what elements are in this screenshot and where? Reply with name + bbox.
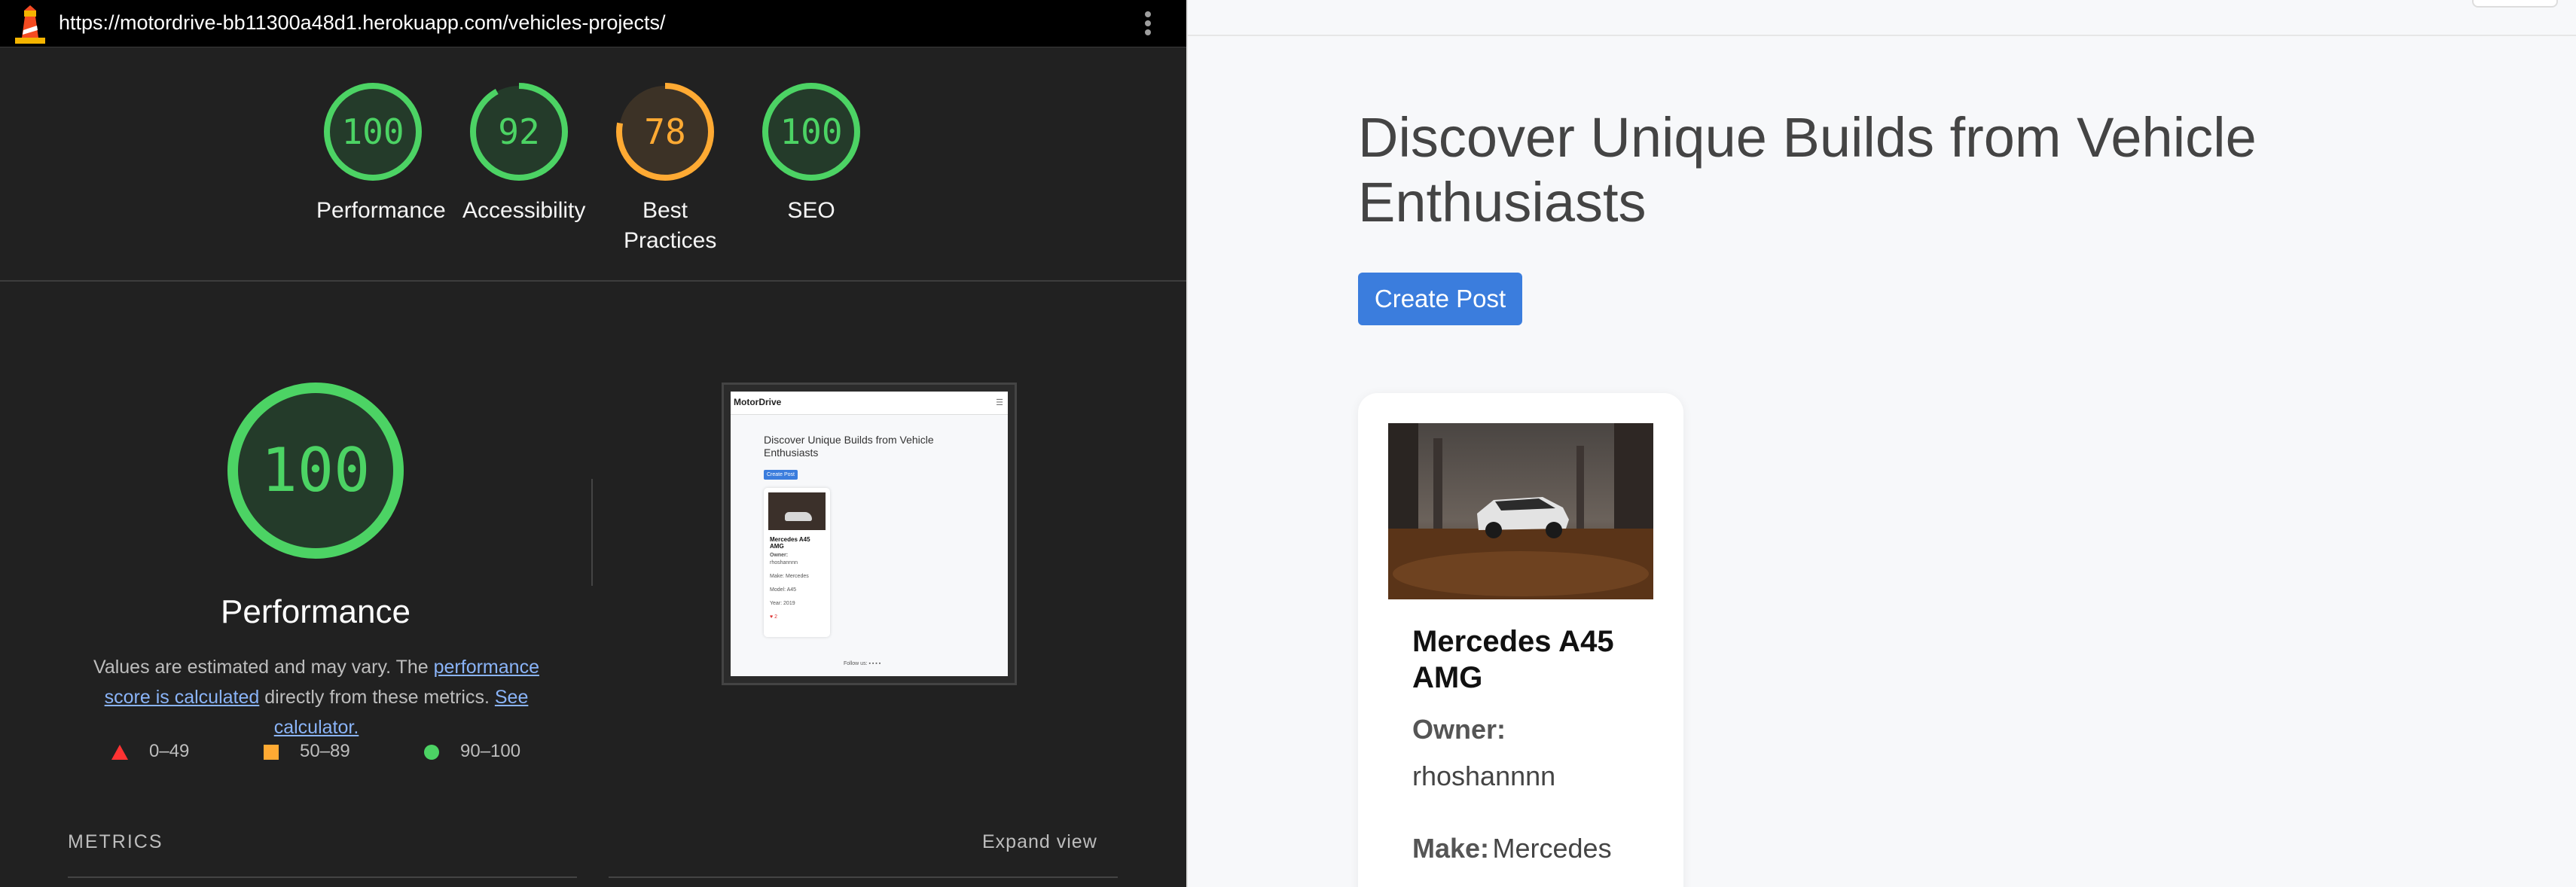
gauge-score: 100 xyxy=(780,111,843,152)
navbar-toggle-button[interactable] xyxy=(2472,0,2558,8)
gauge-accessibility[interactable]: 92 Accessibility xyxy=(462,75,586,226)
square-icon xyxy=(264,744,279,760)
final-screenshot-thumbnail[interactable]: MotorDrive ☰ Discover Unique Builds from… xyxy=(722,383,1017,685)
thumb-menu-icon: ☰ xyxy=(996,398,1003,407)
vehicle-name: Mercedes A45 AMG xyxy=(1412,625,1614,694)
gauge-label: SEO xyxy=(787,198,835,223)
gauge-score: 92 xyxy=(498,111,540,152)
car-image[interactable] xyxy=(1388,423,1653,599)
thumb-brand: MotorDrive xyxy=(734,397,782,407)
thumb-car-image xyxy=(768,492,826,530)
expand-view-button[interactable]: Expand view xyxy=(982,831,1097,853)
gauge-best-practices[interactable]: 78 Best Practices xyxy=(609,75,722,256)
metrics-rule-right xyxy=(609,876,1118,878)
make-value: Mercedes xyxy=(1492,833,1612,864)
gauge-label: Accessibility xyxy=(462,198,586,223)
circle-icon xyxy=(424,744,439,760)
performance-title: Performance xyxy=(221,593,411,630)
triangle-icon xyxy=(111,744,128,760)
gauge-label: Performance xyxy=(316,198,446,223)
owner-value: rhoshannnn xyxy=(1412,761,1556,791)
gauge-score: 100 xyxy=(341,111,404,152)
legend-pass: 90–100 xyxy=(424,741,520,762)
thumb-footer: Follow us: ▪ ▪ ▪ ▪ xyxy=(844,661,881,666)
metrics-rule-left xyxy=(68,876,577,878)
create-post-button[interactable]: Create Post xyxy=(1358,273,1522,325)
vehicle-card[interactable]: Mercedes A45 AMG Owner: rhoshannnn Make:… xyxy=(1358,393,1683,887)
thumb-card: Mercedes A45 AMG Owner: rhoshannnn Make:… xyxy=(764,488,830,637)
performance-score-large: 100 xyxy=(261,435,371,505)
vertical-divider xyxy=(591,479,593,586)
section-divider xyxy=(0,280,1186,282)
lighthouse-panel: https://motordrive-bb11300a48d1.herokuap… xyxy=(0,0,1186,887)
website-viewport: Discover Unique Builds from Vehicle Enth… xyxy=(1186,0,2576,887)
page-title: Discover Unique Builds from Vehicle Enth… xyxy=(1358,106,2257,233)
owner-label: Owner: xyxy=(1412,714,1506,745)
gauge-seo[interactable]: 100 SEO xyxy=(755,75,868,226)
gauge-label: Best Practices xyxy=(624,198,717,253)
report-url: https://motordrive-bb11300a48d1.herokuap… xyxy=(59,11,666,34)
site-navbar xyxy=(1188,0,2576,36)
more-options-icon[interactable] xyxy=(1139,9,1157,39)
make-row: Make: Mercedes xyxy=(1412,833,1612,864)
make-label: Make: xyxy=(1412,833,1490,864)
gauge-score: 78 xyxy=(644,111,686,152)
lighthouse-logo-icon xyxy=(15,5,45,44)
thumb-title: Discover Unique Builds from Vehicle Enth… xyxy=(764,434,934,459)
metrics-heading: METRICS xyxy=(68,831,163,852)
performance-description: Values are estimated and may vary. The p… xyxy=(93,657,539,738)
thumb-create-button: Create Post xyxy=(764,470,798,480)
gauge-performance[interactable]: 100 Performance xyxy=(316,75,446,226)
report-topbar: https://motordrive-bb11300a48d1.herokuap… xyxy=(0,0,1186,47)
legend-fail: 0–49 xyxy=(111,741,189,762)
legend-average: 50–89 xyxy=(264,741,350,762)
